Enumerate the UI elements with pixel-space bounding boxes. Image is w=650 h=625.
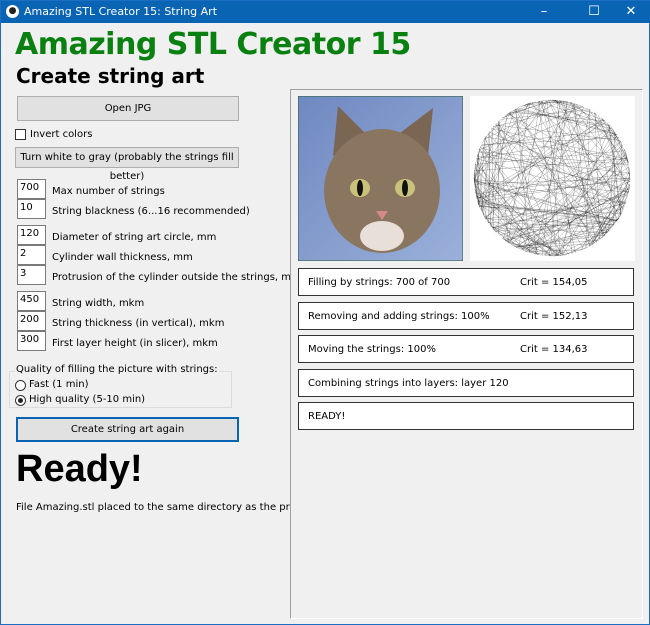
string-thickness-label: String thickness (in vertical), mkm (52, 318, 225, 329)
app-window: ● Amazing STL Creator 15: String Art – ☐… (0, 0, 650, 625)
high-quality-radio[interactable] (15, 395, 26, 406)
status-ready: READY! (298, 402, 634, 430)
status-combining: Combining strings into layers: layer 120 (298, 369, 634, 397)
status-filling: Filling by strings: 700 of 700 Crit = 154… (298, 268, 634, 296)
invert-colors-label: Invert colors (30, 129, 93, 140)
string-width-input[interactable]: 450 (17, 291, 46, 311)
protrusion-input[interactable]: 3 (17, 265, 46, 285)
open-jpg-button[interactable]: Open JPG (17, 96, 239, 121)
wall-thickness-label: Cylinder wall thickness, mm (52, 252, 193, 263)
high-quality-radio-label: High quality (5-10 min) (29, 394, 146, 405)
invert-colors-checkbox[interactable] (15, 129, 26, 140)
max-strings-input[interactable]: 700 (17, 179, 46, 199)
ready-heading: Ready! (16, 448, 143, 490)
string-art-preview (470, 96, 635, 261)
status-text: Filling by strings: 700 of 700 (308, 277, 451, 288)
title-bar: ● Amazing STL Creator 15: String Art – ☐… (1, 1, 650, 23)
fast-radio[interactable] (15, 380, 26, 391)
file-note: File Amazing.stl placed to the same dire… (16, 502, 322, 513)
create-string-art-again-button[interactable]: Create string art again (16, 417, 239, 442)
string-thickness-input[interactable]: 200 (17, 311, 46, 331)
first-layer-input[interactable]: 300 (17, 331, 46, 351)
diameter-input[interactable]: 120 (17, 225, 46, 245)
crit-value: Crit = 152,13 (520, 311, 588, 322)
status-text: READY! (308, 411, 346, 422)
status-moving: Moving the strings: 100% Crit = 134,63 (298, 335, 634, 363)
page-title: Create string art (16, 64, 205, 88)
string-blackness-input[interactable]: 10 (17, 199, 46, 219)
crit-value: Crit = 134,63 (520, 344, 588, 355)
string-width-label: String width, mkm (52, 298, 145, 309)
app-title: Amazing STL Creator 15 (15, 27, 411, 62)
status-removing-adding: Removing and adding strings: 100% Crit = … (298, 302, 634, 330)
diameter-label: Diameter of string art circle, mm (52, 232, 217, 243)
status-text: Removing and adding strings: 100% (308, 311, 490, 322)
fast-radio-label: Fast (1 min) (29, 379, 89, 390)
maximize-button[interactable]: ☐ (576, 1, 612, 23)
close-button[interactable]: ✕ (613, 1, 649, 23)
minimize-button[interactable]: – (526, 1, 562, 23)
max-strings-label: Max number of strings (52, 186, 165, 197)
crit-value: Crit = 154,05 (520, 277, 588, 288)
first-layer-label: First layer height (in slicer), mkm (52, 338, 218, 349)
status-text: Moving the strings: 100% (308, 344, 436, 355)
protrusion-label: Protrusion of the cylinder outside the s… (52, 272, 301, 283)
paw-icon: ● (6, 5, 19, 18)
quality-legend: Quality of filling the picture with stri… (15, 364, 219, 375)
turn-white-to-gray-button[interactable]: Turn white to gray (probably the strings… (15, 147, 239, 182)
string-blackness-label: String blackness (6...16 recommended) (52, 206, 250, 217)
wall-thickness-input[interactable]: 2 (17, 245, 46, 265)
source-photo (298, 96, 463, 261)
status-text: Combining strings into layers: layer 120 (308, 378, 509, 389)
window-title: Amazing STL Creator 15: String Art (24, 5, 218, 18)
